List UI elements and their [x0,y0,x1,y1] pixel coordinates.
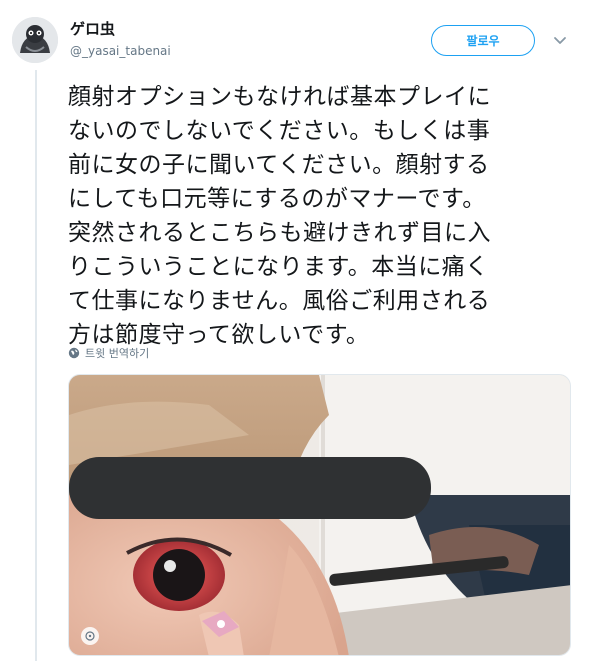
user-info: ゲロ虫 @_yasai_tabenai [70,20,171,60]
translate-label[interactable]: 트윗 번역하기 [85,345,149,361]
avatar[interactable] [12,17,58,63]
follow-button[interactable]: 팔로우 [431,25,535,56]
globe-icon [68,347,80,359]
tweet-text: 顔射オプションもなければ基本プレイに ないのでしないでください。もしくは事 前に… [68,84,491,348]
media-badge-glyph [85,631,95,641]
user-handle[interactable]: @_yasai_tabenai [70,42,171,60]
chevron-down-icon[interactable] [553,34,567,48]
tweet-media[interactable] [68,374,571,656]
gif-badge-icon[interactable] [81,627,99,645]
media-photo [69,375,570,655]
avatar-image [12,17,58,63]
translate-link[interactable]: 트윗 번역하기 [68,345,149,361]
display-name[interactable]: ゲロ虫 [70,20,171,38]
thread-line [35,70,37,661]
